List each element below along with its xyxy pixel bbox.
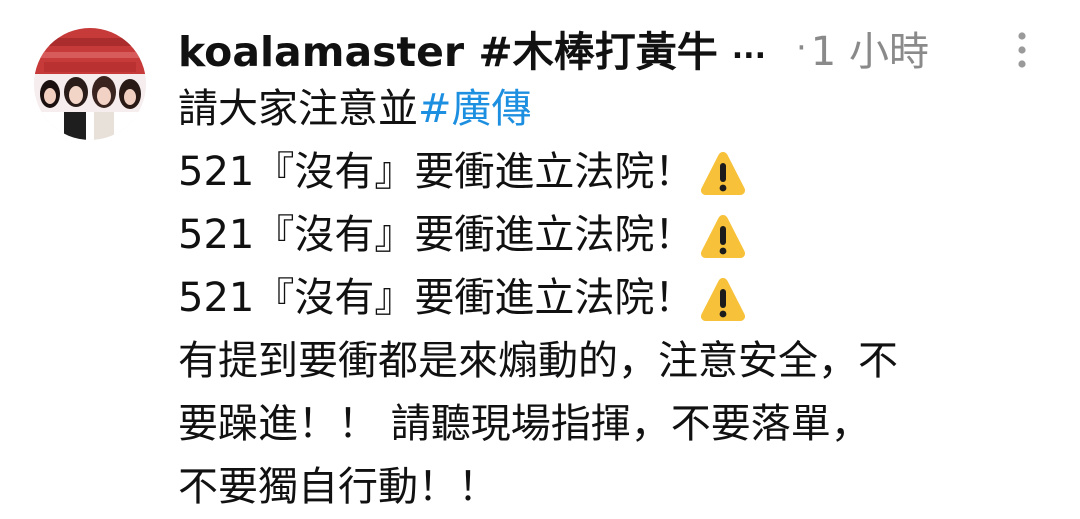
more-options-button[interactable] <box>1004 28 1040 72</box>
time-separator: · <box>795 28 807 68</box>
post-line-text: 請大家注意並 <box>178 86 418 132</box>
post-line: 要躁進！！ 請聽現場指揮，不要落單， <box>178 393 1058 456</box>
post-line-text: 有提到要衝都是來煽動的，注意安全，不 <box>178 338 898 384</box>
post-line: 521『沒有』要衝進立法院！ <box>178 204 1058 267</box>
post-line: 不要獨自行動！！ <box>178 456 1058 519</box>
hashtag-link[interactable]: #廣傳 <box>418 78 532 141</box>
warning-icon <box>698 274 748 324</box>
username-truncation: ... <box>731 30 766 66</box>
post-line-text: 要躁進！！ 請聽現場指揮，不要落單， <box>178 401 871 447</box>
post-line: 請大家注意並 #廣傳 <box>178 78 1058 141</box>
post-line-text: 521『沒有』要衝進立法院！ <box>178 149 695 195</box>
avatar-image <box>34 28 146 140</box>
username[interactable]: koalamaster #木棒打黃牛 <box>178 18 718 78</box>
post-body: 請大家注意並 #廣傳 521『沒有』要衝進立法院！ 521『沒有』要衝進立法院！ <box>178 78 1058 519</box>
warning-icon <box>698 148 748 198</box>
avatar[interactable] <box>34 28 146 140</box>
thread-post: koalamaster #木棒打黃牛 ... · 1 小時 請大家注意並 #廣傳… <box>0 0 1080 514</box>
post-line: 有提到要衝都是來煽動的，注意安全，不 <box>178 330 1058 393</box>
vertical-dots-icon <box>1018 32 1026 68</box>
warning-icon <box>698 211 748 261</box>
post-meta: · 1 小時 <box>796 19 929 77</box>
timestamp[interactable]: 1 小時 <box>811 19 929 77</box>
post-header: koalamaster #木棒打黃牛 ... · 1 小時 <box>178 20 1058 76</box>
post-line: 521『沒有』要衝進立法院！ <box>178 141 1058 204</box>
post-line-text: 521『沒有』要衝進立法院！ <box>178 212 695 258</box>
post-line-text: 不要獨自行動！！ <box>178 464 498 510</box>
post-line-text: 521『沒有』要衝進立法院！ <box>178 275 695 321</box>
post-line: 521『沒有』要衝進立法院！ <box>178 267 1058 330</box>
